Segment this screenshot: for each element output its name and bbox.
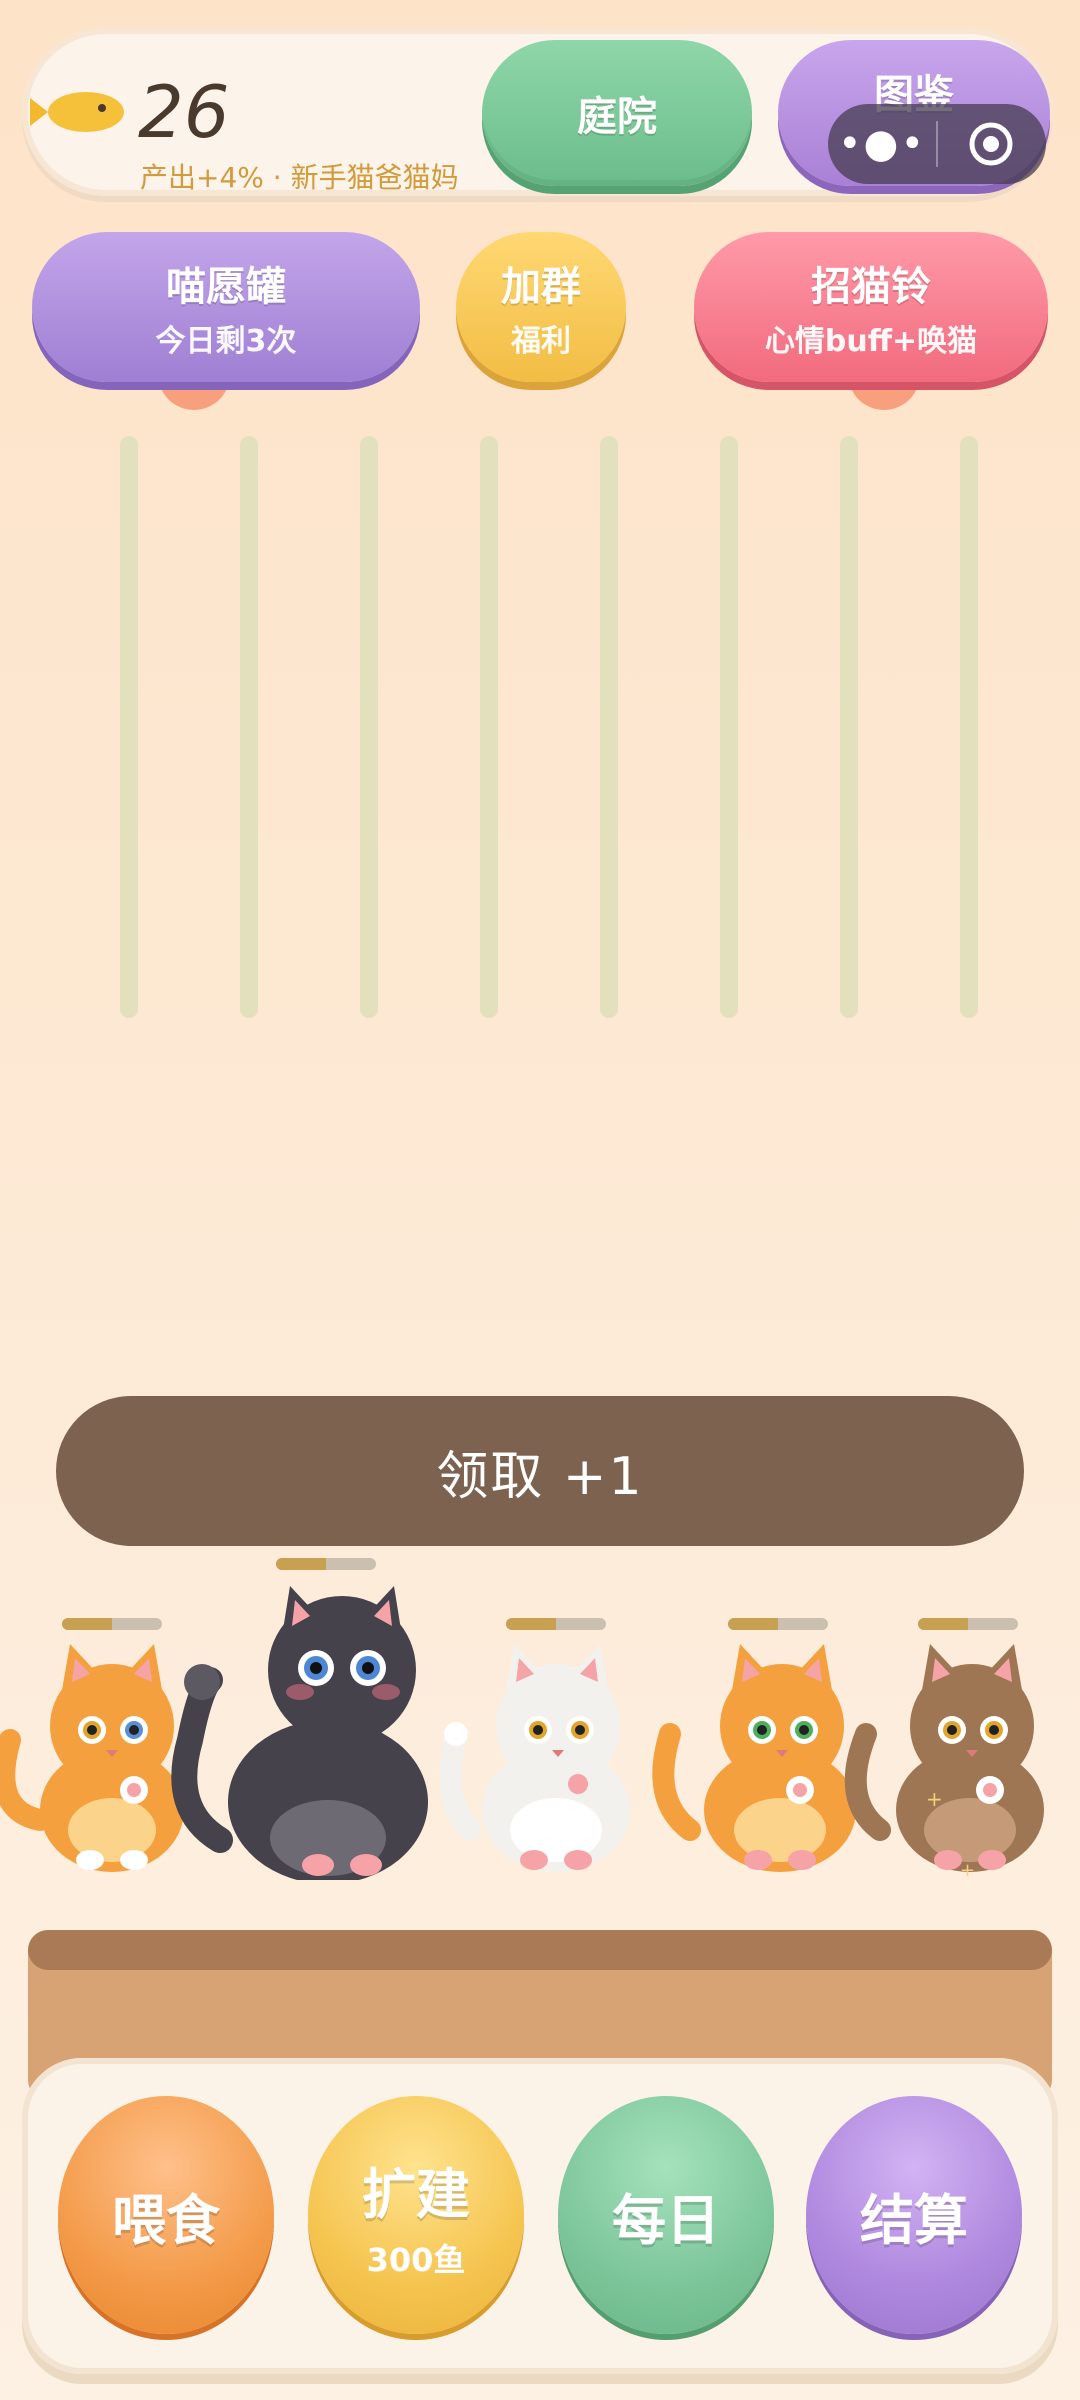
cat-mood-bar	[276, 1558, 376, 1570]
decor-bar	[600, 436, 618, 1018]
courtyard-label: 庭院	[577, 94, 657, 140]
cat-mood-bar	[62, 1618, 162, 1630]
output-status: 产出+4% · 新手猫爸猫妈	[140, 161, 459, 194]
daily-button[interactable]: 每日	[558, 2096, 774, 2334]
daily-label: 每日	[612, 2188, 720, 2252]
settle-button[interactable]: 结算	[806, 2096, 1022, 2334]
white-cat[interactable]	[420, 1630, 640, 1880]
svg-text:+: +	[926, 1787, 943, 1811]
join-group-title: 加群	[501, 264, 581, 310]
cat-bell-button[interactable]: 招猫铃 心情buff+唤猫	[694, 232, 1048, 382]
cat-mood-bar	[728, 1618, 828, 1630]
expand-label: 扩建	[362, 2162, 470, 2226]
decor-bar	[960, 436, 978, 1018]
cat-mood-fill	[728, 1618, 778, 1630]
black-cat[interactable]	[150, 1570, 440, 1880]
miniapp-capsule: •●•	[828, 104, 1046, 184]
cat-bell-sub: 心情buff+唤猫	[764, 324, 978, 359]
settle-label: 结算	[860, 2188, 968, 2252]
decor-bar	[120, 436, 138, 1018]
cat-mood-fill	[918, 1618, 968, 1630]
feed-button[interactable]: 喂食	[58, 2096, 274, 2334]
close-miniapp-icon[interactable]	[938, 120, 1044, 168]
expand-cost: 300鱼	[366, 2240, 466, 2279]
wish-jar-title: 喵愿罐	[166, 264, 286, 310]
feed-label: 喂食	[112, 2188, 220, 2252]
cat-mood-fill	[276, 1558, 326, 1570]
fish-count: 26	[138, 70, 230, 154]
courtyard-button[interactable]: 庭院	[482, 40, 752, 186]
decor-bar	[240, 436, 258, 1018]
join-group-sub: 福利	[511, 324, 571, 359]
wish-jar-button[interactable]: 喵愿罐 今日剩3次	[32, 232, 420, 382]
decor-bar	[840, 436, 858, 1018]
claim-button[interactable]: 领取 +1	[56, 1396, 1024, 1546]
expand-button[interactable]: 扩建 300鱼	[308, 2096, 524, 2334]
brown-cat[interactable]: + +	[830, 1630, 1070, 1880]
cat-bell-title: 招猫铃	[811, 264, 931, 310]
cat-shelf-top	[28, 1930, 1052, 1970]
more-menu-icon[interactable]: •●•	[828, 121, 936, 167]
cat-mood-bar	[918, 1618, 1018, 1630]
cat-mood-fill	[506, 1618, 556, 1630]
wish-jar-remaining: 今日剩3次	[155, 324, 297, 359]
decor-bar	[360, 436, 378, 1018]
join-group-button[interactable]: 加群 福利	[456, 232, 626, 382]
decor-bar	[720, 436, 738, 1018]
cat-mood-fill	[62, 1618, 112, 1630]
cat-mood-bar	[506, 1618, 606, 1630]
decor-bar	[480, 436, 498, 1018]
svg-text:+: +	[960, 1860, 975, 1880]
fish-icon	[30, 92, 124, 132]
